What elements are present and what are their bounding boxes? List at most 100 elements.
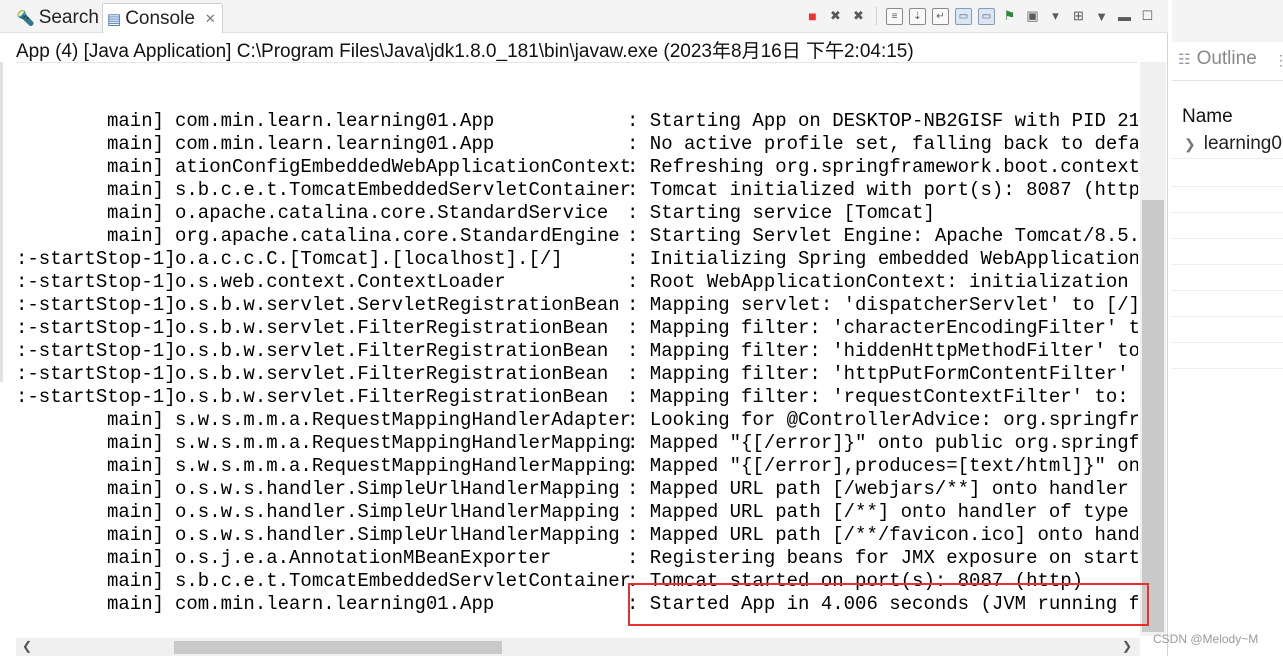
row-divider bbox=[1172, 368, 1283, 369]
log-line: :-startStop-1]o.s.b.w.servlet.FilterRegi… bbox=[16, 340, 1138, 363]
view-menu-icon[interactable]: ⋮ bbox=[1274, 52, 1283, 69]
outline-view: ☷ Outline ⋮ Name ❯ learning0 bbox=[1172, 0, 1283, 656]
log-message: : Refreshing org.springframework.boot.co… bbox=[627, 156, 1138, 178]
log-thread: main] bbox=[106, 478, 164, 500]
log-logger: o.a.c.c.C.[Tomcat].[localhost].[/] bbox=[175, 248, 563, 270]
open-console-icon[interactable]: ⊞ bbox=[1070, 8, 1087, 25]
scroll-left-icon[interactable]: ❮ bbox=[22, 639, 32, 653]
log-thread: main] bbox=[106, 547, 164, 569]
log-thread: :-startStop-1] bbox=[16, 317, 176, 339]
log-line: main] o.s.w.s.handler.SimpleUrlHandlerMap… bbox=[16, 478, 1138, 501]
tab-console[interactable]: ▤ Console ✕ bbox=[102, 3, 223, 33]
watermark: CSDN @Melody~M bbox=[1153, 632, 1259, 646]
log-logger: org.apache.catalina.core.StandardEngine bbox=[175, 225, 620, 247]
log-message: : Mapped "{[/error],produces=[text/html]… bbox=[627, 455, 1138, 477]
tab-outline[interactable]: ☷ Outline bbox=[1178, 48, 1257, 70]
clear-console-icon[interactable]: ≡ bbox=[886, 7, 903, 25]
log-thread: :-startStop-1] bbox=[16, 386, 176, 408]
log-message: : Looking for @ControllerAdvice: org.spr… bbox=[627, 409, 1138, 431]
log-line: main] ationConfigEmbeddedWebApplicationCo… bbox=[16, 156, 1138, 179]
vertical-scrollbar[interactable] bbox=[1140, 62, 1166, 636]
log-logger: ationConfigEmbeddedWebApplicationContext bbox=[175, 156, 632, 178]
log-message: : Tomcat initialized with port(s): 8087 … bbox=[627, 179, 1138, 201]
horizontal-scrollbar-thumb[interactable] bbox=[174, 641, 502, 654]
show-on-stdout-icon[interactable]: ▭ bbox=[955, 7, 972, 25]
row-divider bbox=[1172, 342, 1283, 343]
highlight-annotation bbox=[628, 583, 1149, 626]
row-divider bbox=[1172, 186, 1283, 187]
log-line: main] s.b.c.e.t.TomcatEmbeddedServletCont… bbox=[16, 179, 1138, 202]
maximize-icon[interactable]: ☐ bbox=[1139, 8, 1156, 25]
row-divider bbox=[1172, 158, 1283, 159]
log-line: main] o.s.w.s.handler.SimpleUrlHandlerMap… bbox=[16, 501, 1138, 524]
log-line: :-startStop-1]o.s.web.context.ContextLoa… bbox=[16, 271, 1138, 294]
log-logger: s.b.c.e.t.TomcatEmbeddedServletContainer bbox=[175, 570, 632, 592]
word-wrap-icon[interactable]: ↵ bbox=[932, 7, 949, 25]
log-logger: o.s.b.w.servlet.FilterRegistrationBean bbox=[175, 363, 609, 385]
log-logger: o.s.b.w.servlet.FilterRegistrationBean bbox=[175, 386, 609, 408]
tab-search[interactable]: 🔦 Search bbox=[12, 3, 105, 32]
log-message: : Registering beans for JMX exposure on … bbox=[627, 547, 1138, 569]
log-message: : Mapped "{[/error]}" onto public org.sp… bbox=[627, 432, 1138, 454]
log-lines: main] com.min.learn.learning01.App: Start… bbox=[16, 110, 1138, 616]
log-thread: main] bbox=[106, 501, 164, 523]
log-message: : Root WebApplicationContext: initializa… bbox=[627, 271, 1138, 293]
log-logger: o.s.b.w.servlet.ServletRegistrationBean bbox=[175, 294, 620, 316]
pin-console-icon[interactable]: ⚑ bbox=[1001, 8, 1018, 25]
tree-item[interactable]: ❯ learning0 bbox=[1184, 133, 1282, 155]
log-thread: main] bbox=[106, 156, 164, 178]
log-thread: main] bbox=[106, 432, 164, 454]
log-message: : Mapping servlet: 'dispatcherServlet' t… bbox=[627, 294, 1138, 316]
search-icon: 🔦 bbox=[16, 9, 35, 27]
log-logger: com.min.learn.learning01.App bbox=[175, 110, 495, 132]
log-line: main] org.apache.catalina.core.StandardEn… bbox=[16, 225, 1138, 248]
log-logger: o.s.w.s.handler.SimpleUrlHandlerMapping bbox=[175, 501, 620, 523]
log-line: :-startStop-1]o.s.b.w.servlet.FilterRegi… bbox=[16, 386, 1138, 409]
launch-description: App (4) [Java Application] C:\Program Fi… bbox=[16, 41, 914, 62]
log-line: main] s.w.s.m.m.a.RequestMappingHandlerAd… bbox=[16, 409, 1138, 432]
terminate-icon[interactable]: ■ bbox=[804, 8, 821, 25]
remove-all-icon[interactable]: ✖ bbox=[850, 8, 867, 25]
log-line: main] s.w.s.m.m.a.RequestMappingHandlerMa… bbox=[16, 455, 1138, 478]
minimize-icon[interactable]: ▬ bbox=[1116, 8, 1133, 25]
console-icon: ▤ bbox=[107, 10, 122, 28]
log-line: main] o.s.w.s.handler.SimpleUrlHandlerMap… bbox=[16, 524, 1138, 547]
log-thread: main] bbox=[106, 202, 164, 224]
log-thread: main] bbox=[106, 524, 164, 546]
scroll-right-icon[interactable]: ❯ bbox=[1122, 639, 1132, 653]
log-message: : Initializing Spring embedded WebApplic… bbox=[627, 248, 1138, 270]
log-line: :-startStop-1]o.s.b.w.servlet.ServletReg… bbox=[16, 294, 1138, 317]
log-thread: :-startStop-1] bbox=[16, 271, 176, 293]
console-view: 🔦 Search ▤ Console ✕ ■ ✖ ✖ ≡ ⇣ ↵ ▭ ▭ ⚑ ▣… bbox=[0, 0, 1168, 656]
chevron-right-icon[interactable]: ❯ bbox=[1184, 136, 1196, 153]
display-console-icon[interactable]: ▣ bbox=[1024, 8, 1041, 25]
log-line: main] com.min.learn.learning01.App : No ac… bbox=[16, 133, 1138, 156]
column-header-name[interactable]: Name bbox=[1182, 106, 1233, 128]
log-line: main] com.min.learn.learning01.App: Start… bbox=[16, 110, 1138, 133]
log-logger: o.s.b.w.servlet.FilterRegistrationBean bbox=[175, 317, 609, 339]
row-divider bbox=[1172, 212, 1283, 213]
log-message: : No active profile set, falling back to… bbox=[627, 133, 1138, 155]
log-logger: o.s.w.s.handler.SimpleUrlHandlerMapping bbox=[175, 524, 620, 546]
outline-icon: ☷ bbox=[1178, 50, 1191, 67]
log-logger: com.min.learn.learning01.App bbox=[175, 593, 495, 615]
close-tab-icon[interactable]: ✕ bbox=[205, 11, 216, 27]
log-message: : Mapping filter: 'characterEncodingFilt… bbox=[627, 317, 1138, 339]
horizontal-scrollbar[interactable]: ❮ ❯ bbox=[16, 638, 1140, 656]
log-logger: com.min.learn.learning01.App bbox=[175, 133, 495, 155]
log-thread: main] bbox=[106, 110, 164, 132]
log-thread: :-startStop-1] bbox=[16, 340, 176, 362]
log-logger: s.b.c.e.t.TomcatEmbeddedServletContainer bbox=[175, 179, 632, 201]
toolbar-separator bbox=[876, 7, 877, 25]
console-output[interactable]: main] com.min.learn.learning01.App: Start… bbox=[16, 62, 1138, 636]
scroll-lock-icon[interactable]: ⇣ bbox=[909, 7, 926, 25]
remove-launch-icon[interactable]: ✖ bbox=[827, 8, 844, 25]
log-thread: :-startStop-1] bbox=[16, 248, 176, 270]
log-message: : Mapping filter: 'hiddenHttpMethodFilte… bbox=[627, 340, 1138, 362]
vertical-scrollbar-thumb[interactable] bbox=[1142, 200, 1164, 632]
view-menu-icon[interactable]: ▼ bbox=[1093, 8, 1110, 25]
log-thread: main] bbox=[106, 133, 164, 155]
display-console-dropdown-icon[interactable]: ▾ bbox=[1047, 8, 1064, 25]
show-on-stderr-icon[interactable]: ▭ bbox=[978, 7, 995, 25]
console-toolbar: ■ ✖ ✖ ≡ ⇣ ↵ ▭ ▭ ⚑ ▣ ▾ ⊞ ▼ ▬ ☐ bbox=[804, 5, 1156, 27]
